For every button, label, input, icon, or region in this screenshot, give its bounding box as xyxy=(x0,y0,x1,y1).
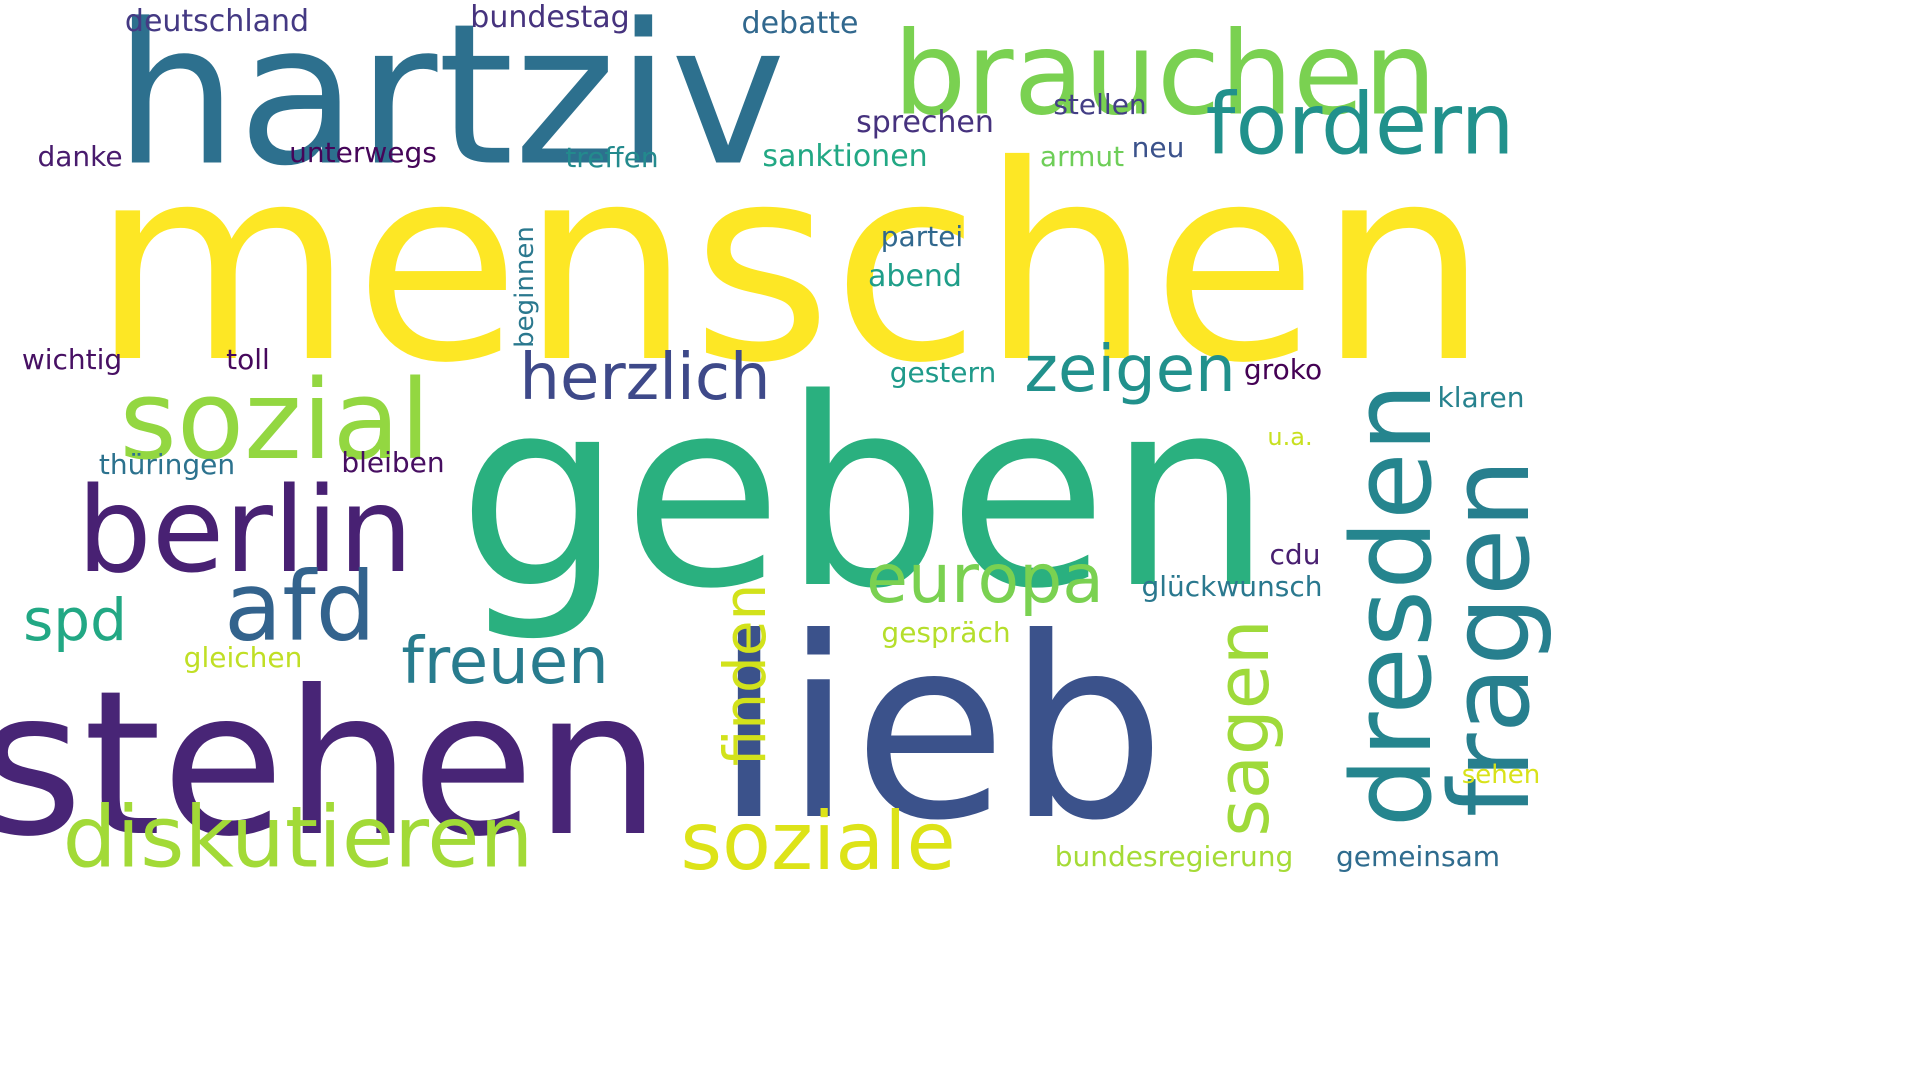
word-thueringen: thüringen xyxy=(98,448,236,481)
word-gemeinsam: gemeinsam xyxy=(1335,840,1501,873)
word-sehen: sehen xyxy=(1461,760,1541,790)
word-diskutieren: diskutieren xyxy=(62,788,534,888)
word-herzlich: herzlich xyxy=(519,341,771,415)
word-glueckwunsch: glückwunsch xyxy=(1141,570,1323,603)
word-beginnen: beginnen xyxy=(510,226,540,348)
word-bundesregierung: bundesregierung xyxy=(1054,840,1294,873)
word-sprechen: sprechen xyxy=(856,105,994,140)
word-gleichen: gleichen xyxy=(183,641,303,674)
word-zeigen: zeigen xyxy=(1024,333,1236,407)
word-gestern: gestern xyxy=(889,356,997,389)
word-cloud: menschen geben lieb stehen hartziv brauc… xyxy=(0,0,1920,1080)
word-debatte: debatte xyxy=(741,6,859,41)
word-fordern: fordern xyxy=(1205,75,1515,175)
word-finden: finden xyxy=(711,583,779,767)
word-sagen: sagen xyxy=(1201,619,1285,837)
word-danke: danke xyxy=(37,140,123,173)
word-bundestag: bundestag xyxy=(470,0,630,35)
word-soziale: soziale xyxy=(680,795,956,888)
word-ua: u.a. xyxy=(1267,423,1313,451)
word-unterwegs: unterwegs xyxy=(289,136,437,169)
word-klaren: klaren xyxy=(1437,381,1525,414)
word-gespraech: gespräch xyxy=(881,616,1011,649)
word-deutschland: deutschland xyxy=(124,4,310,39)
word-bleiben: bleiben xyxy=(341,446,445,479)
word-wichtig: wichtig xyxy=(21,343,123,376)
word-groko: groko xyxy=(1243,353,1323,386)
word-cdu: cdu xyxy=(1269,538,1321,571)
word-armut: armut xyxy=(1039,140,1125,173)
word-europa: europa xyxy=(866,540,1104,619)
word-toll: toll xyxy=(226,343,270,376)
word-abend: abend xyxy=(868,259,962,294)
word-spd: spd xyxy=(23,586,127,654)
word-stellen: stellen xyxy=(1053,88,1147,121)
word-neu: neu xyxy=(1131,131,1185,164)
word-sanktionen: sanktionen xyxy=(762,139,928,174)
word-freuen: freuen xyxy=(401,625,609,699)
word-treffen: treffen xyxy=(565,141,659,174)
word-partei: partei xyxy=(880,220,964,253)
